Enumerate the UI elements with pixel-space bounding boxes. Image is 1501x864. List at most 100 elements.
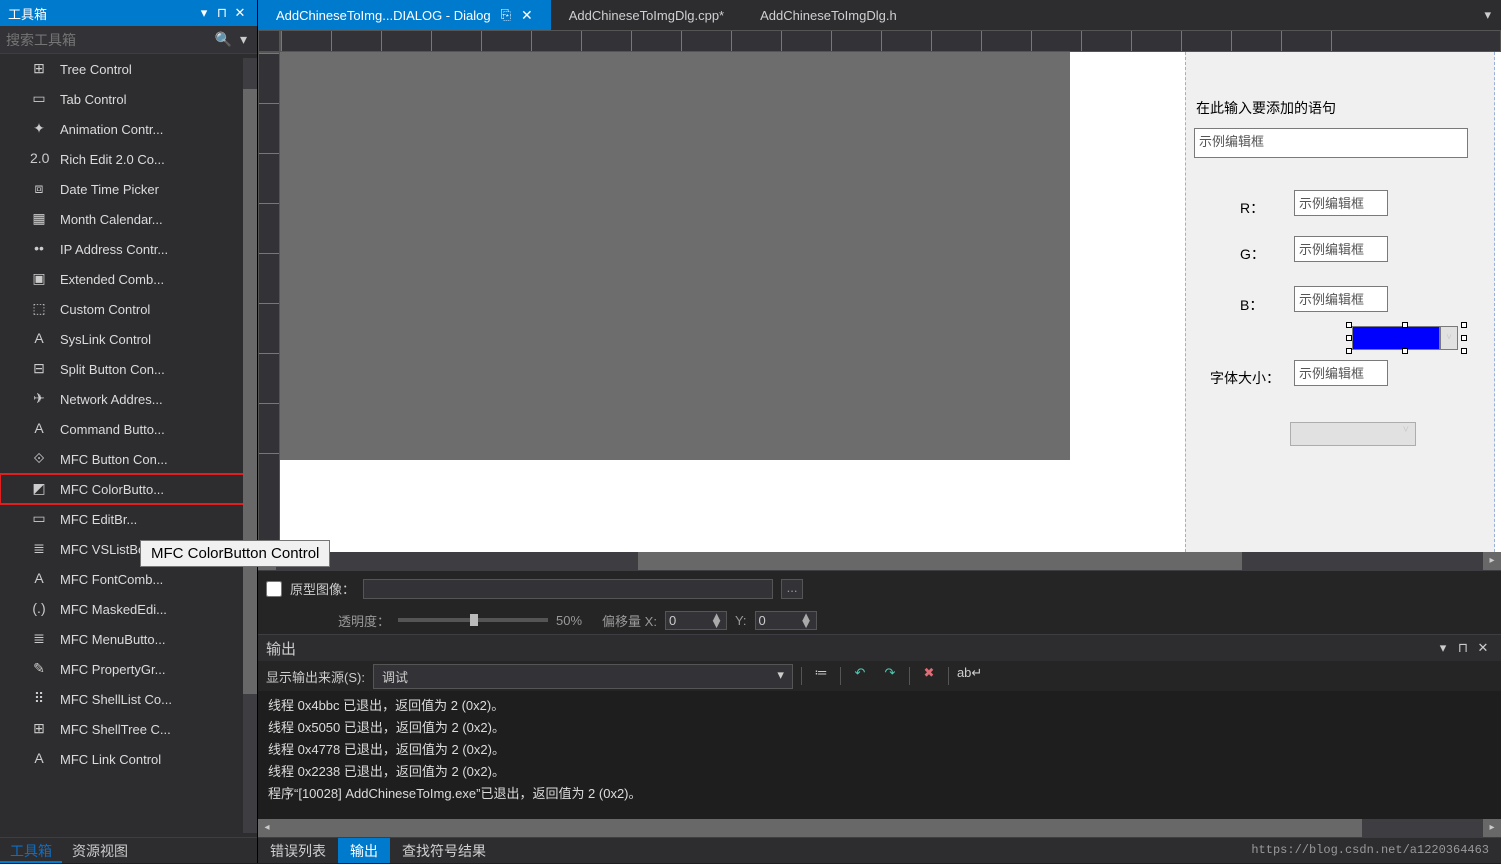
toolbox-item[interactable]: ▣Extended Comb... <box>0 264 257 294</box>
toolbox-item[interactable]: ▭MFC EditBr... <box>0 504 257 534</box>
offy-field[interactable]: 0▲▼ <box>755 611 817 630</box>
combo-box[interactable]: ˅ <box>1290 422 1416 446</box>
b-edit[interactable]: 示例编辑框 <box>1294 286 1388 312</box>
tool-icon: ⊟ <box>30 360 48 378</box>
tool-icon: 2.0 <box>30 150 48 168</box>
toolbox-item[interactable]: A MFC Link Control <box>0 744 257 774</box>
offx-field[interactable]: 0▲▼ <box>665 611 727 630</box>
horizontal-ruler <box>280 30 1501 52</box>
tool-label: MFC MenuButto... <box>60 632 165 647</box>
pin-icon[interactable]: ⊓ <box>213 5 231 21</box>
toolbox-item[interactable]: ⬚Custom Control <box>0 294 257 324</box>
font-edit[interactable]: 示例编辑框 <box>1294 360 1388 386</box>
doc-tab[interactable]: AddChineseToImgDlg.h <box>742 0 915 30</box>
toolbox-item[interactable]: ≣MFC MenuButto... <box>0 624 257 654</box>
opacity-bar: 透明度： 50% 偏移量 X: 0▲▼ Y: 0▲▼ <box>258 606 1501 634</box>
tool-icon: A <box>30 750 48 768</box>
output-source-label: 显示输出来源(S): <box>266 667 365 686</box>
color-dropdown-icon[interactable]: ˅ <box>1440 326 1458 350</box>
designer-hscroll[interactable]: ◂ ▸ <box>258 552 1501 570</box>
tool-label: MFC Button Con... <box>60 452 168 467</box>
toolbox-search[interactable]: 🔍 ▾ <box>0 26 257 54</box>
output-pin-icon[interactable]: ⊓ <box>1453 640 1473 656</box>
toolbox-item[interactable]: ◩MFC ColorButto... <box>0 474 257 504</box>
offx-label: 偏移量 X: <box>602 611 657 630</box>
tool-icon: ▣ <box>30 270 48 288</box>
tool-label: MFC Link Control <box>60 752 161 767</box>
toolbox-scrollbar[interactable] <box>243 58 257 833</box>
tool-icon: ✎ <box>30 660 48 678</box>
doc-tab[interactable]: AddChineseToImgDlg.cpp* <box>551 0 742 30</box>
toolbox-item[interactable]: ⊞Tree Control <box>0 54 257 84</box>
doc-tab[interactable]: AddChineseToImg...DIALOG - Dialog⎘✕ <box>258 0 551 30</box>
toolbox-item[interactable]: ▦Month Calendar... <box>0 204 257 234</box>
toolbox-item[interactable]: 2.0Rich Edit 2.0 Co... <box>0 144 257 174</box>
clear-icon[interactable]: ✖ <box>918 665 940 687</box>
scroll-right-icon[interactable]: ▸ <box>1483 552 1501 570</box>
toolbox-item[interactable]: ⠿MFC ShellList Co... <box>0 684 257 714</box>
g-edit[interactable]: 示例编辑框 <box>1294 236 1388 262</box>
toolbox-header: 工具箱 ▾ ⊓ ✕ <box>0 0 257 26</box>
prev-icon[interactable]: ↶ <box>849 665 871 687</box>
tool-label: Command Butto... <box>60 422 165 437</box>
tool-icon: ⠿ <box>30 690 48 708</box>
output-dropdown-icon[interactable]: ▾ <box>1433 640 1453 656</box>
toolbox-item[interactable]: AMFC FontComb... <box>0 564 257 594</box>
tool-label: Animation Contr... <box>60 122 163 137</box>
output-text[interactable]: 线程 0x4bbc 已退出，返回值为 2 (0x2)。线程 0x5050 已退出… <box>258 691 1501 819</box>
form-title: 在此输入要添加的语句 <box>1196 98 1336 118</box>
proto-checkbox[interactable] <box>266 581 282 597</box>
r-edit[interactable]: 示例编辑框 <box>1294 190 1388 216</box>
tool-icon: A <box>30 420 48 438</box>
bottom-tab[interactable]: 查找符号结果 <box>390 838 498 863</box>
opacity-slider[interactable] <box>398 618 548 622</box>
tool-label: MFC MaskedEdi... <box>60 602 167 617</box>
output-hscroll[interactable]: ◂▸ <box>258 819 1501 837</box>
overflow-icon[interactable]: ▾ <box>1484 7 1491 23</box>
opacity-percent: 50% <box>556 613 582 628</box>
tool-icon: ▭ <box>30 90 48 108</box>
b-label: B： <box>1240 295 1263 315</box>
proto-path-field[interactable] <box>363 579 773 599</box>
search-input[interactable] <box>6 32 211 48</box>
next-icon[interactable]: ↷ <box>879 665 901 687</box>
main-edit[interactable]: 示例编辑框 <box>1194 128 1468 158</box>
watermark: https://blog.csdn.net/a1220364463 <box>1251 843 1489 857</box>
search-icon[interactable]: 🔍 <box>211 31 236 48</box>
output-close-icon[interactable]: ✕ <box>1473 640 1493 656</box>
toolbox-item[interactable]: ••IP Address Contr... <box>0 234 257 264</box>
toolbox-item[interactable]: ⟐MFC Button Con... <box>0 444 257 474</box>
bottom-tab[interactable]: 输出 <box>338 838 390 863</box>
toolbox-item[interactable]: ✦Animation Contr... <box>0 114 257 144</box>
pin-icon[interactable]: ⎘ <box>501 7 511 23</box>
tool-label: MFC EditBr... <box>60 512 137 527</box>
toolbox-item[interactable]: ⊟Split Button Con... <box>0 354 257 384</box>
toolbox-item[interactable]: ⧈Date Time Picker <box>0 174 257 204</box>
toolbox-item[interactable]: ✎MFC PropertyGr... <box>0 654 257 684</box>
bottom-tab[interactable]: 错误列表 <box>258 838 338 863</box>
toolbox-item[interactable]: ASysLink Control <box>0 324 257 354</box>
sidebar-tab[interactable]: 工具箱 <box>0 838 62 863</box>
proto-label: 原型图像： <box>290 579 355 598</box>
sidebar-tab[interactable]: 资源视图 <box>62 838 138 863</box>
toolbox-item[interactable]: ▭Tab Control <box>0 84 257 114</box>
tool-icon: ◩ <box>30 480 48 498</box>
find-icon[interactable]: ≔ <box>810 665 832 687</box>
close-icon[interactable]: ✕ <box>521 7 533 24</box>
tool-label: Month Calendar... <box>60 212 163 227</box>
toolbox-item[interactable]: (.)MFC MaskedEdi... <box>0 594 257 624</box>
tool-label: SysLink Control <box>60 332 151 347</box>
toolbox-item[interactable]: A Command Butto... <box>0 414 257 444</box>
search-dropdown-icon[interactable]: ▾ <box>236 31 251 48</box>
dropdown-icon[interactable]: ▾ <box>195 5 213 21</box>
design-canvas[interactable]: 在此输入要添加的语句 示例编辑框 R： 示例编辑框 G： 示例编辑框 B： 示例… <box>280 52 1501 552</box>
wrap-icon[interactable]: ab↵ <box>957 665 979 687</box>
toolbox-item[interactable]: ⊞MFC ShellTree C... <box>0 714 257 744</box>
font-label: 字体大小： <box>1210 368 1280 388</box>
close-icon[interactable]: ✕ <box>231 5 249 21</box>
browse-button[interactable]: ... <box>781 579 803 599</box>
output-line: 线程 0x4bbc 已退出，返回值为 2 (0x2)。 <box>268 695 1491 717</box>
output-source-select[interactable]: 调试▾ <box>373 664 793 689</box>
toolbox-item[interactable]: ✈Network Addres... <box>0 384 257 414</box>
mfc-color-button[interactable] <box>1352 326 1440 350</box>
